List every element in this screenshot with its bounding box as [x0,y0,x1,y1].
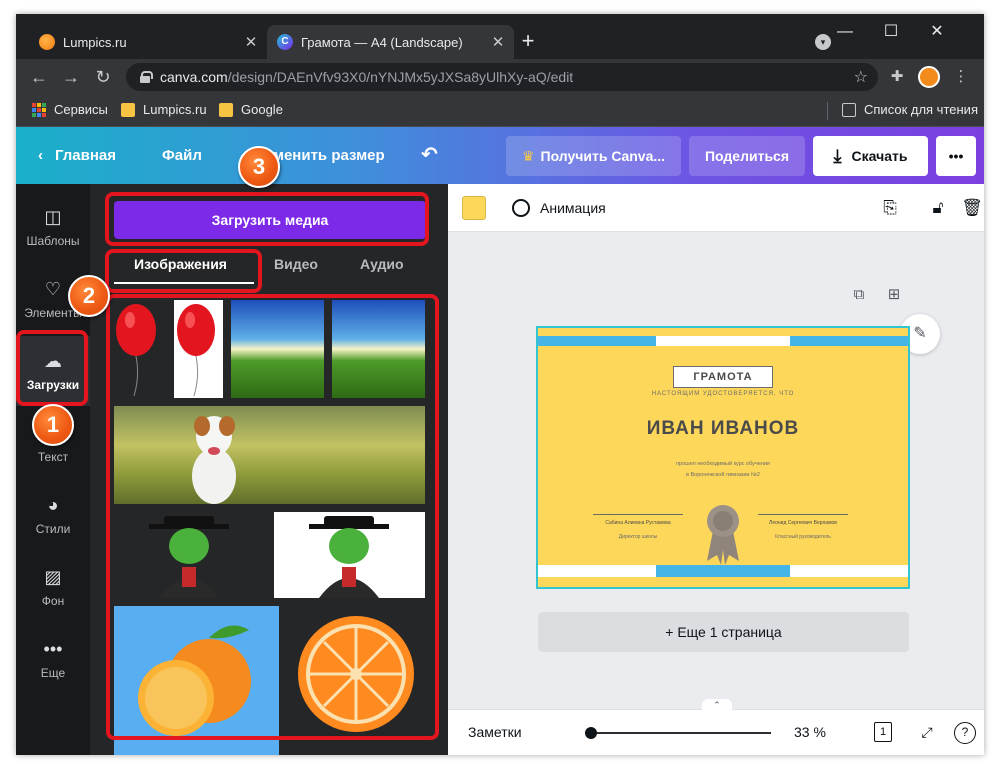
share-button[interactable]: Поделиться [689,136,805,176]
rail-item-background[interactable]: ▨ Фон [16,552,90,622]
forward-icon[interactable]: → [58,64,84,90]
step-badge-3: 3 [238,146,280,188]
minimize-button[interactable]: — [822,20,868,44]
reading-list-icon [842,102,856,117]
chevron-up-icon[interactable]: ⌃ [702,699,732,711]
highlight-images-tab [105,249,262,293]
rail-item-more[interactable]: ••• Еще [16,624,90,694]
tab-video[interactable]: Видео [274,256,318,272]
templates-icon: ◫ [44,207,62,227]
top-band-center [656,336,790,346]
notes-button[interactable]: Заметки [468,724,522,740]
rail-item-styles[interactable]: ◕ Стили [16,480,90,550]
tab-strip: Lumpics.ru ✕ C Грамота — A4 (Landscape) … [16,14,984,59]
canva-header: ‹ Главная Файл Изменить размер ↶ ♛ Получит… [16,127,984,184]
reading-list[interactable]: Список для чтения [842,102,978,117]
highlight-uploads [16,330,88,406]
editor-toolbar: Анимация ⎘ 🔓︎ 🗑︎ [448,184,984,232]
editor-footer: ⌃ Заметки 33 % 1 ⤢ ? [448,699,984,755]
certificate-canvas[interactable]: ГРАМОТА НАСТОЯЩИМ УДОСТОВЕРЯЕТСЯ, ЧТО ИВ… [536,326,910,589]
tab-close-icon[interactable]: ✕ [488,33,508,51]
award-seal-icon [707,505,739,565]
reload-icon[interactable]: ↻ [90,64,116,90]
close-window-button[interactable]: ✕ [914,20,960,44]
certificate-title: ГРАМОТА [673,366,773,388]
rail-item-templates[interactable]: ◫ Шаблоны [16,192,90,262]
tab-canva[interactable]: C Грамота — A4 (Landscape) ✕ [267,25,514,59]
crown-icon: ♛ [521,147,535,164]
tab-close-icon[interactable]: ✕ [241,33,261,51]
download-icon: ⤓ [833,145,842,166]
home-link[interactable]: ‹ Главная [38,147,116,164]
signer-1-name: Сабина Алиевна Рустамова [593,514,683,526]
browser-toolbar: ← → ↻ canva.com/design/DAEnVfv93X0/nYNJM… [16,59,984,95]
duplicate-page-icon[interactable]: ⧉ [849,285,869,305]
tab-audio[interactable]: Аудио [360,256,404,272]
signer-2-role: Классный руководитель [775,534,831,540]
address-bar[interactable]: canva.com/design/DAEnVfv93X0/nYNJMx5yJXS… [126,63,878,91]
signer-2-name: Леонид Сергеевич Верламов [758,514,848,526]
lock-element-icon[interactable]: 🔓︎ [926,196,950,220]
browser-window: Lumpics.ru ✕ C Грамота — A4 (Landscape) … [16,14,984,755]
more-options-button[interactable]: ••• [936,136,976,176]
elements-icon: ♡ [44,279,62,299]
folder-icon [121,102,135,117]
bookmarks-divider [827,102,828,120]
bookmark-google[interactable]: Google [219,102,283,117]
zoom-level[interactable]: 33 % [794,724,826,740]
download-button[interactable]: ⤓ Скачать [813,136,928,176]
step-badge-1: 1 [32,404,74,446]
animation-icon [512,199,530,217]
bottom-band-center [656,565,790,577]
trash-icon[interactable]: 🗑︎ [960,196,984,220]
color-swatch[interactable] [462,196,486,220]
fullscreen-icon[interactable]: ⤢ [916,722,938,744]
background-icon: ▨ [44,567,62,587]
canva-favicon-icon: C [277,34,293,50]
add-page-button[interactable]: + Еще 1 страница [538,612,909,652]
url-text: canva.com/design/DAEnVfv93X0/nYNJMx5yJXS… [160,69,574,85]
signer-1-role: Директор школы [618,534,658,540]
lock-icon [140,71,153,83]
folder-icon [219,102,233,117]
apps-grid-icon [32,102,46,117]
profile-avatar[interactable] [918,66,940,88]
bookmark-apps[interactable]: Сервисы [32,102,108,117]
tab-title: Грамота — A4 (Landscape) [301,34,463,50]
zoom-slider-handle[interactable] [585,727,597,739]
certificate-name: ИВАН ИВАНОВ [646,418,800,439]
copy-style-paint-roller-icon[interactable]: ⎘ [878,196,902,220]
file-menu[interactable]: Файл [162,147,202,164]
tab-title: Lumpics.ru [63,34,127,50]
chevron-left-icon: ‹ [38,147,43,164]
new-tab-button[interactable]: + [516,30,540,54]
get-pro-button[interactable]: ♛ Получить Canva... [506,136,681,176]
certificate-line-2: в Воронежской гимназии №2 [686,472,760,478]
maximize-button[interactable]: ☐ [868,20,914,44]
more-dots-icon: ••• [43,639,63,659]
palette-icon: ◕ [47,495,59,515]
highlight-upload-button [105,192,429,246]
side-rail: ◫ Шаблоны ♡ Элементы ☁ Загрузки T Текст … [16,184,90,755]
editor-area: Анимация ⎘ 🔓︎ 🗑︎ ⧉ ⊞ ✎ ГРАМОТА НАСТОЯЩИМ… [448,184,984,755]
certificate-line-1: прошел необходимый курс обучения [676,461,770,467]
animation-button[interactable]: Анимация [512,199,606,217]
page-count-icon[interactable]: 1 [874,722,892,742]
highlight-image-grid [106,294,439,740]
step-badge-2: 2 [68,275,110,317]
tab-lumpics[interactable]: Lumpics.ru ✕ [29,25,267,59]
bookmarks-bar: Сервисы Lumpics.ru Google Список для чте… [16,95,984,127]
undo-icon[interactable]: ↶ [421,142,438,167]
extensions-puzzle-icon[interactable]: ✚ [886,66,908,88]
orange-favicon-icon [39,34,55,50]
back-icon[interactable]: ← [26,64,52,90]
zoom-slider[interactable] [591,732,771,734]
bookmark-lumpics[interactable]: Lumpics.ru [121,102,207,117]
add-page-icon[interactable]: ⊞ [884,285,904,305]
browser-menu-icon[interactable]: ⋮ [950,66,972,88]
certificate-subtitle: НАСТОЯЩИМ УДОСТОВЕРЯЕТСЯ, ЧТО [651,391,795,397]
bookmark-star-icon[interactable]: ☆ [854,67,868,87]
help-button[interactable]: ? [954,722,976,744]
